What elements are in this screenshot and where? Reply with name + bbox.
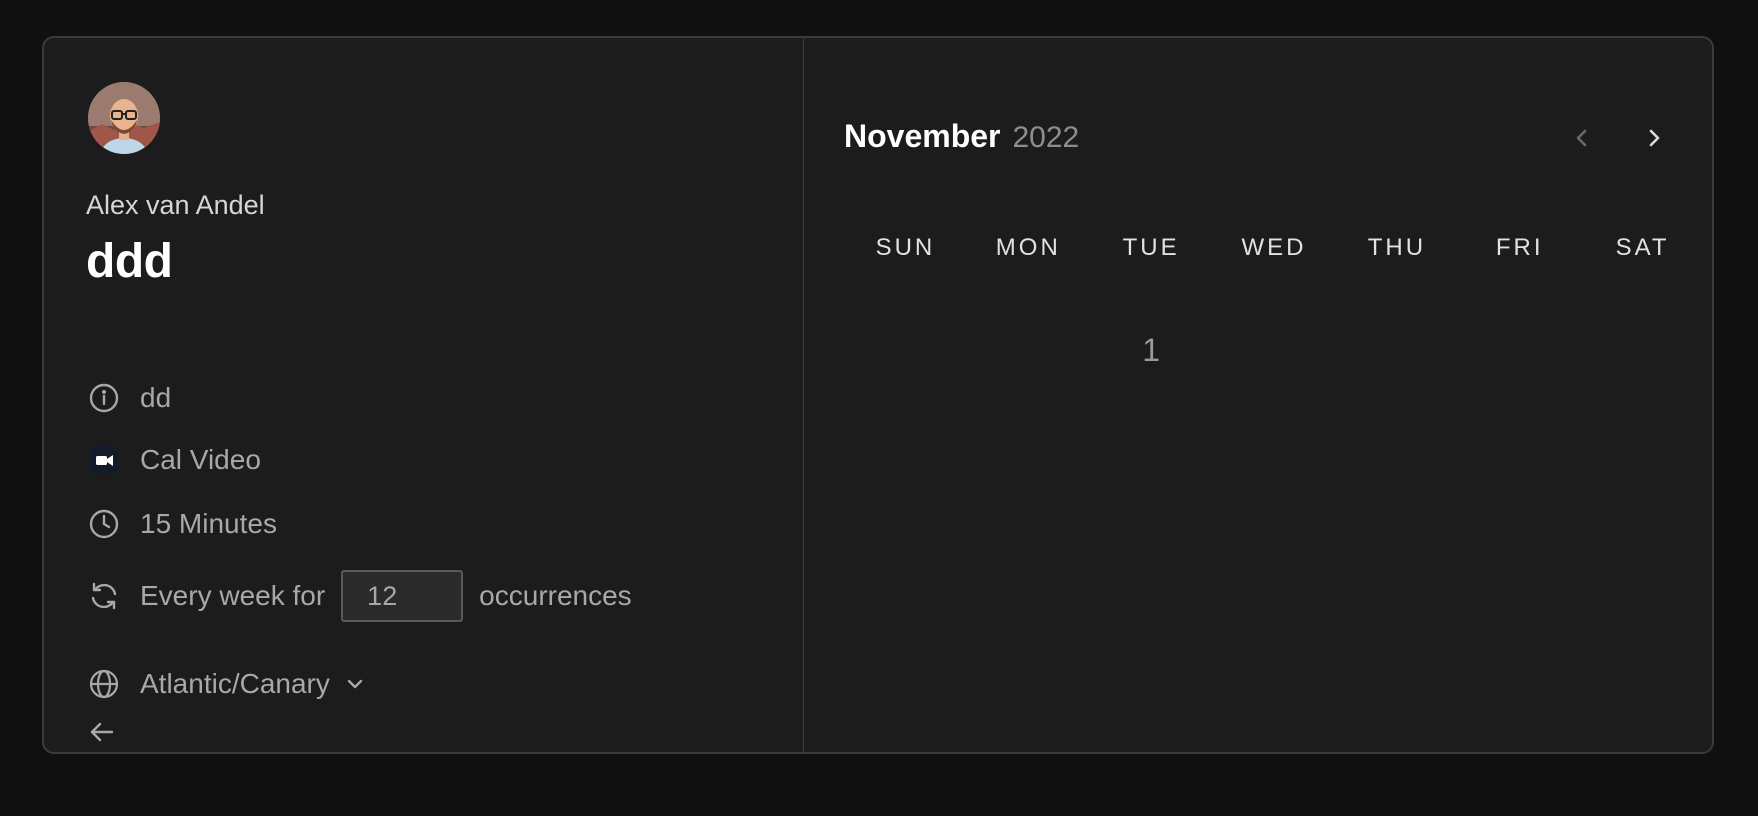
event-description: dd	[140, 382, 172, 413]
weekday-label: FRI	[1495, 234, 1544, 261]
owner-name: Alex van Andel	[86, 190, 265, 220]
weekday-label: TUE	[1122, 234, 1180, 261]
info-icon	[88, 382, 120, 414]
recurrence-suffix: occurrences	[479, 580, 632, 611]
recurrence-prefix: Every week for	[140, 580, 326, 611]
timezone-value: Atlantic/Canary	[140, 668, 330, 699]
video-icon	[88, 444, 120, 476]
year-label: 2022	[1012, 121, 1080, 154]
month-heading: November 2022	[844, 118, 1079, 155]
weekday-header: SUN MON TUE WED THU FRI SAT	[844, 234, 1704, 262]
event-location-row: Cal Video	[88, 444, 261, 476]
chevron-right-icon	[1642, 126, 1666, 150]
event-details-panel: Alex van Andel ddd dd Cal Video 15 Minut…	[44, 38, 804, 752]
occurrences-input[interactable]	[341, 570, 464, 622]
calendar-day-empty	[1458, 332, 1581, 376]
chevron-down-icon	[344, 673, 366, 695]
recurrence-row: Every week for occurrences	[88, 570, 632, 622]
calendar-day-empty	[967, 332, 1090, 376]
clock-icon	[88, 508, 120, 540]
weekday-label: SUN	[875, 234, 936, 261]
weekday-label: THU	[1367, 234, 1427, 261]
weekday-label: WED	[1241, 234, 1307, 261]
globe-icon	[88, 668, 120, 700]
event-title: ddd	[86, 235, 173, 288]
calendar-panel: November 2022 SUN MON TUE WED THU FRI SA…	[804, 38, 1712, 752]
month-label: November	[844, 118, 1001, 154]
avatar-image	[88, 82, 160, 154]
timezone-select[interactable]: Atlantic/Canary	[88, 668, 366, 700]
calendar-week-row: 1	[844, 332, 1704, 376]
calendar-day: 1	[1142, 332, 1161, 368]
arrow-left-icon[interactable]	[88, 718, 116, 751]
booking-card: Alex van Andel ddd dd Cal Video 15 Minut…	[42, 36, 1714, 754]
chevron-left-icon	[1570, 126, 1594, 150]
calendar-day-empty	[1335, 332, 1458, 376]
calendar-day-empty	[1581, 332, 1704, 376]
event-description-row: dd	[88, 382, 171, 414]
avatar	[88, 82, 160, 154]
refresh-icon	[88, 580, 120, 612]
calendar-day-empty	[844, 332, 967, 376]
next-month-button[interactable]	[1634, 118, 1674, 158]
weekday-label: MON	[995, 234, 1061, 261]
weekday-label: SAT	[1615, 234, 1670, 261]
prev-month-button[interactable]	[1562, 118, 1602, 158]
event-location: Cal Video	[140, 444, 261, 475]
calendar-day-empty	[1213, 332, 1336, 376]
event-duration-row: 15 Minutes	[88, 508, 277, 540]
event-duration: 15 Minutes	[140, 508, 277, 539]
